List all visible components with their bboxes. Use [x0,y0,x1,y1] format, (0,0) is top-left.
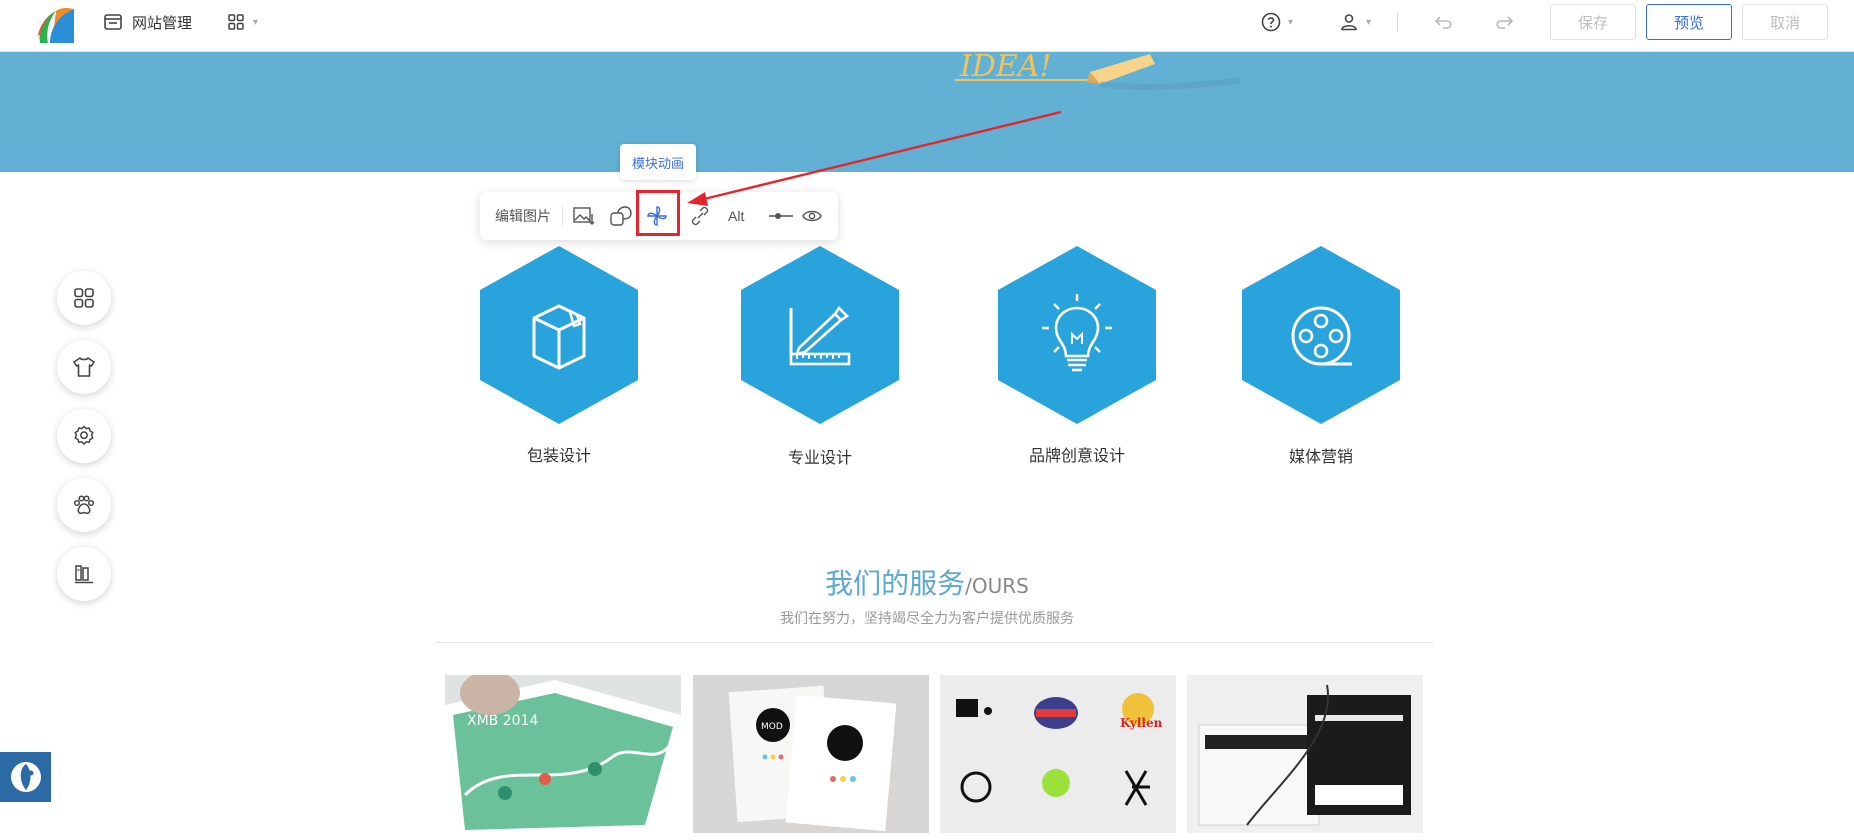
toolbar-divider [1397,12,1398,32]
services-title: 我们的服务 [825,567,966,600]
service-label: 包装设计 [526,448,591,465]
crop-shape-button[interactable] [609,204,633,228]
visibility-button[interactable] [800,204,824,228]
package-box-icon [480,246,638,424]
business-cards-thumbnail[interactable]: MOD [693,675,929,833]
undo-icon [1433,11,1455,33]
edit-image-button[interactable]: 编辑图片 [495,192,551,240]
gear-icon [74,425,94,445]
lightbulb-icon [998,246,1156,424]
logos-image: Kyllen [940,675,1176,833]
paw-icon [73,495,95,515]
brochure-text: XMB 2014 [467,713,538,729]
service-label: 专业设计 [787,450,852,467]
divider-line [436,642,1434,643]
service-label: 媒体营销 [1288,449,1353,466]
kyllen-logo-text: Kyllen [1120,716,1163,730]
ruler-pen-icon [741,246,899,424]
top-toolbar: 网站管理 ▾ ▾ ▾ 保存 预览 取消 [0,0,1854,52]
account-menu[interactable]: ▾ [1338,0,1371,44]
theme-button[interactable] [57,340,111,394]
chevron-down-icon: ▾ [1366,16,1372,28]
service-label: 品牌创意设计 [1028,448,1125,465]
image-replace-icon [573,207,595,225]
packaging-image [1187,675,1423,833]
help-icon [1260,11,1282,33]
plugins-button[interactable] [57,478,111,532]
redo-button[interactable] [1493,0,1515,44]
redo-icon [1493,11,1515,33]
service-professional-design[interactable] [739,244,901,426]
packaging-thumbnail[interactable] [1187,675,1423,833]
browser-window-icon [102,11,124,33]
preview-button[interactable]: 预览 [1646,4,1732,40]
save-button[interactable]: 保存 [1550,4,1636,40]
brochure-thumbnail[interactable]: XMB 2014 [445,675,681,833]
chevron-down-icon: ▾ [253,16,259,28]
link-icon [691,206,709,226]
brochure-image: XMB 2014 [445,675,681,833]
services-title-en: /OURS [965,574,1029,598]
card-text: MOD [761,722,783,732]
replace-image-button[interactable] [572,204,596,228]
eye-icon [802,210,822,222]
logos-thumbnail[interactable]: Kyllen [940,675,1176,833]
alt-text-button[interactable]: Alt [728,192,744,240]
toolbar-divider [562,206,563,226]
apps-grid-icon [225,11,247,33]
business-cards-image: MOD [693,675,929,833]
service-package-design[interactable] [478,244,640,426]
tshirt-icon [73,357,95,377]
cancel-button[interactable]: 取消 [1742,4,1828,40]
undo-button[interactable] [1433,0,1455,44]
services-heading: 我们的服务/OURS [0,562,1854,602]
services-subtitle: 我们在努力，坚持竭尽全力为客户提供优质服务 [780,610,1074,626]
idea-pencil-art: IDEA! [955,50,1241,90]
film-reel-icon [1242,246,1400,424]
settings-button[interactable] [57,409,111,463]
app-logo [38,7,74,43]
shape-icon [610,206,632,226]
components-button[interactable] [57,271,111,325]
apps-grid-icon [74,288,94,308]
spacing-button[interactable] [768,204,794,228]
help-menu[interactable]: ▾ [1260,0,1293,44]
idea-art-text: IDEA! [959,50,1052,84]
module-animation-tooltip: 模块动画 [620,144,696,180]
user-icon [1338,11,1360,33]
banner-image[interactable]: IDEA! [0,50,1854,172]
link-button[interactable] [688,204,712,228]
help-widget[interactable] [0,752,51,802]
site-manage-menu[interactable]: 网站管理 [102,0,192,44]
site-manage-label: 网站管理 [132,14,193,32]
service-media-marketing[interactable] [1240,244,1402,426]
annotation-highlight-box [636,190,680,236]
chevron-down-icon: ▾ [1288,16,1294,28]
apps-menu[interactable]: ▾ [225,0,258,44]
slider-line-icon [769,213,793,219]
service-brand-design[interactable] [996,244,1158,426]
help-widget-icon [10,762,41,792]
